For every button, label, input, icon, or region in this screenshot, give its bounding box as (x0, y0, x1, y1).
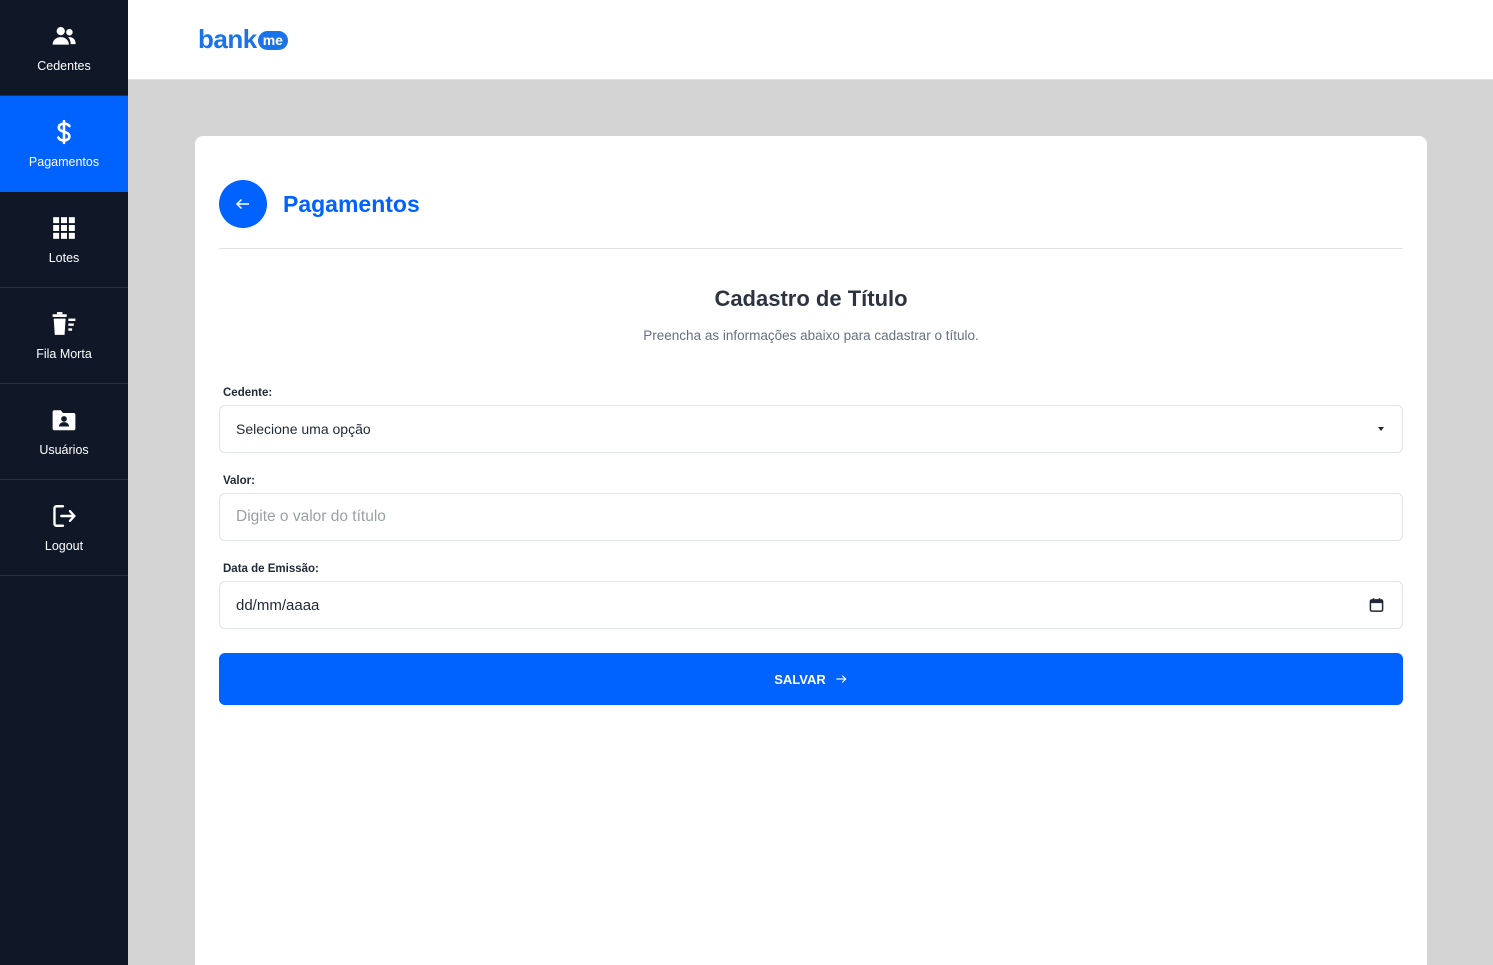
card-header: Pagamentos (219, 180, 420, 228)
valor-input-placeholder: Digite o valor do título (236, 508, 386, 525)
data-emissao-input[interactable]: dd/mm/aaaa (219, 581, 1403, 629)
trash-list-icon (51, 311, 77, 337)
sidebar-item-logout[interactable]: Logout (0, 480, 128, 576)
sidebar-item-usuarios[interactable]: Usuários (0, 384, 128, 480)
header-divider (219, 248, 1403, 249)
sidebar-item-lotes[interactable]: Lotes (0, 192, 128, 288)
page-title: Pagamentos (283, 190, 420, 217)
grid-icon (51, 215, 77, 241)
data-emissao-value: dd/mm/aaaa (236, 596, 320, 614)
valor-input[interactable]: Digite o valor do título (219, 493, 1403, 541)
save-button[interactable]: SALVAR (219, 653, 1403, 705)
sidebar-item-label: Cedentes (37, 58, 91, 73)
sidebar-item-label: Usuários (39, 442, 89, 457)
form-subtitle: Preencha as informações abaixo para cada… (643, 328, 979, 343)
calendar-icon[interactable] (1369, 598, 1384, 613)
sidebar-item-pagamentos[interactable]: Pagamentos (0, 96, 128, 192)
arrow-right-icon (836, 675, 847, 683)
sidebar-item-cedentes[interactable]: Cedentes (0, 0, 128, 96)
top-bar: bank me (128, 0, 1493, 80)
cedente-label: Cedente: (223, 387, 273, 399)
valor-label: Valor: (223, 475, 255, 487)
cedente-select-value: Selecione uma opção (236, 421, 371, 437)
logout-icon (51, 503, 77, 529)
data-emissao-label: Data de Emissão: (223, 563, 319, 575)
cedente-select[interactable]: Selecione uma opção (219, 405, 1403, 453)
sidebar: Cedentes Pagamentos Lotes Fila Morta Usu… (0, 0, 128, 965)
bankme-logo[interactable]: bank me (198, 26, 288, 52)
sidebar-item-label: Logout (44, 538, 84, 553)
back-button[interactable] (219, 180, 267, 228)
user-folder-icon (51, 407, 77, 433)
save-button-label: SALVAR (774, 671, 826, 687)
sidebar-item-label: Pagamentos (28, 154, 100, 169)
form-card: Pagamentos Cadastro de Título Preencha a… (195, 136, 1427, 965)
users-icon (51, 23, 77, 49)
logo-wordmark: bank (198, 24, 257, 54)
arrow-left-icon (235, 198, 249, 210)
chevron-down-icon (1378, 427, 1384, 431)
dollar-icon (51, 119, 77, 145)
logo-badge: me (257, 30, 288, 50)
sidebar-item-label: Lotes (48, 250, 80, 265)
form-title: Cadastro de Título (714, 286, 908, 311)
sidebar-item-fila-morta[interactable]: Fila Morta (0, 288, 128, 384)
sidebar-item-label: Fila Morta (36, 346, 92, 361)
